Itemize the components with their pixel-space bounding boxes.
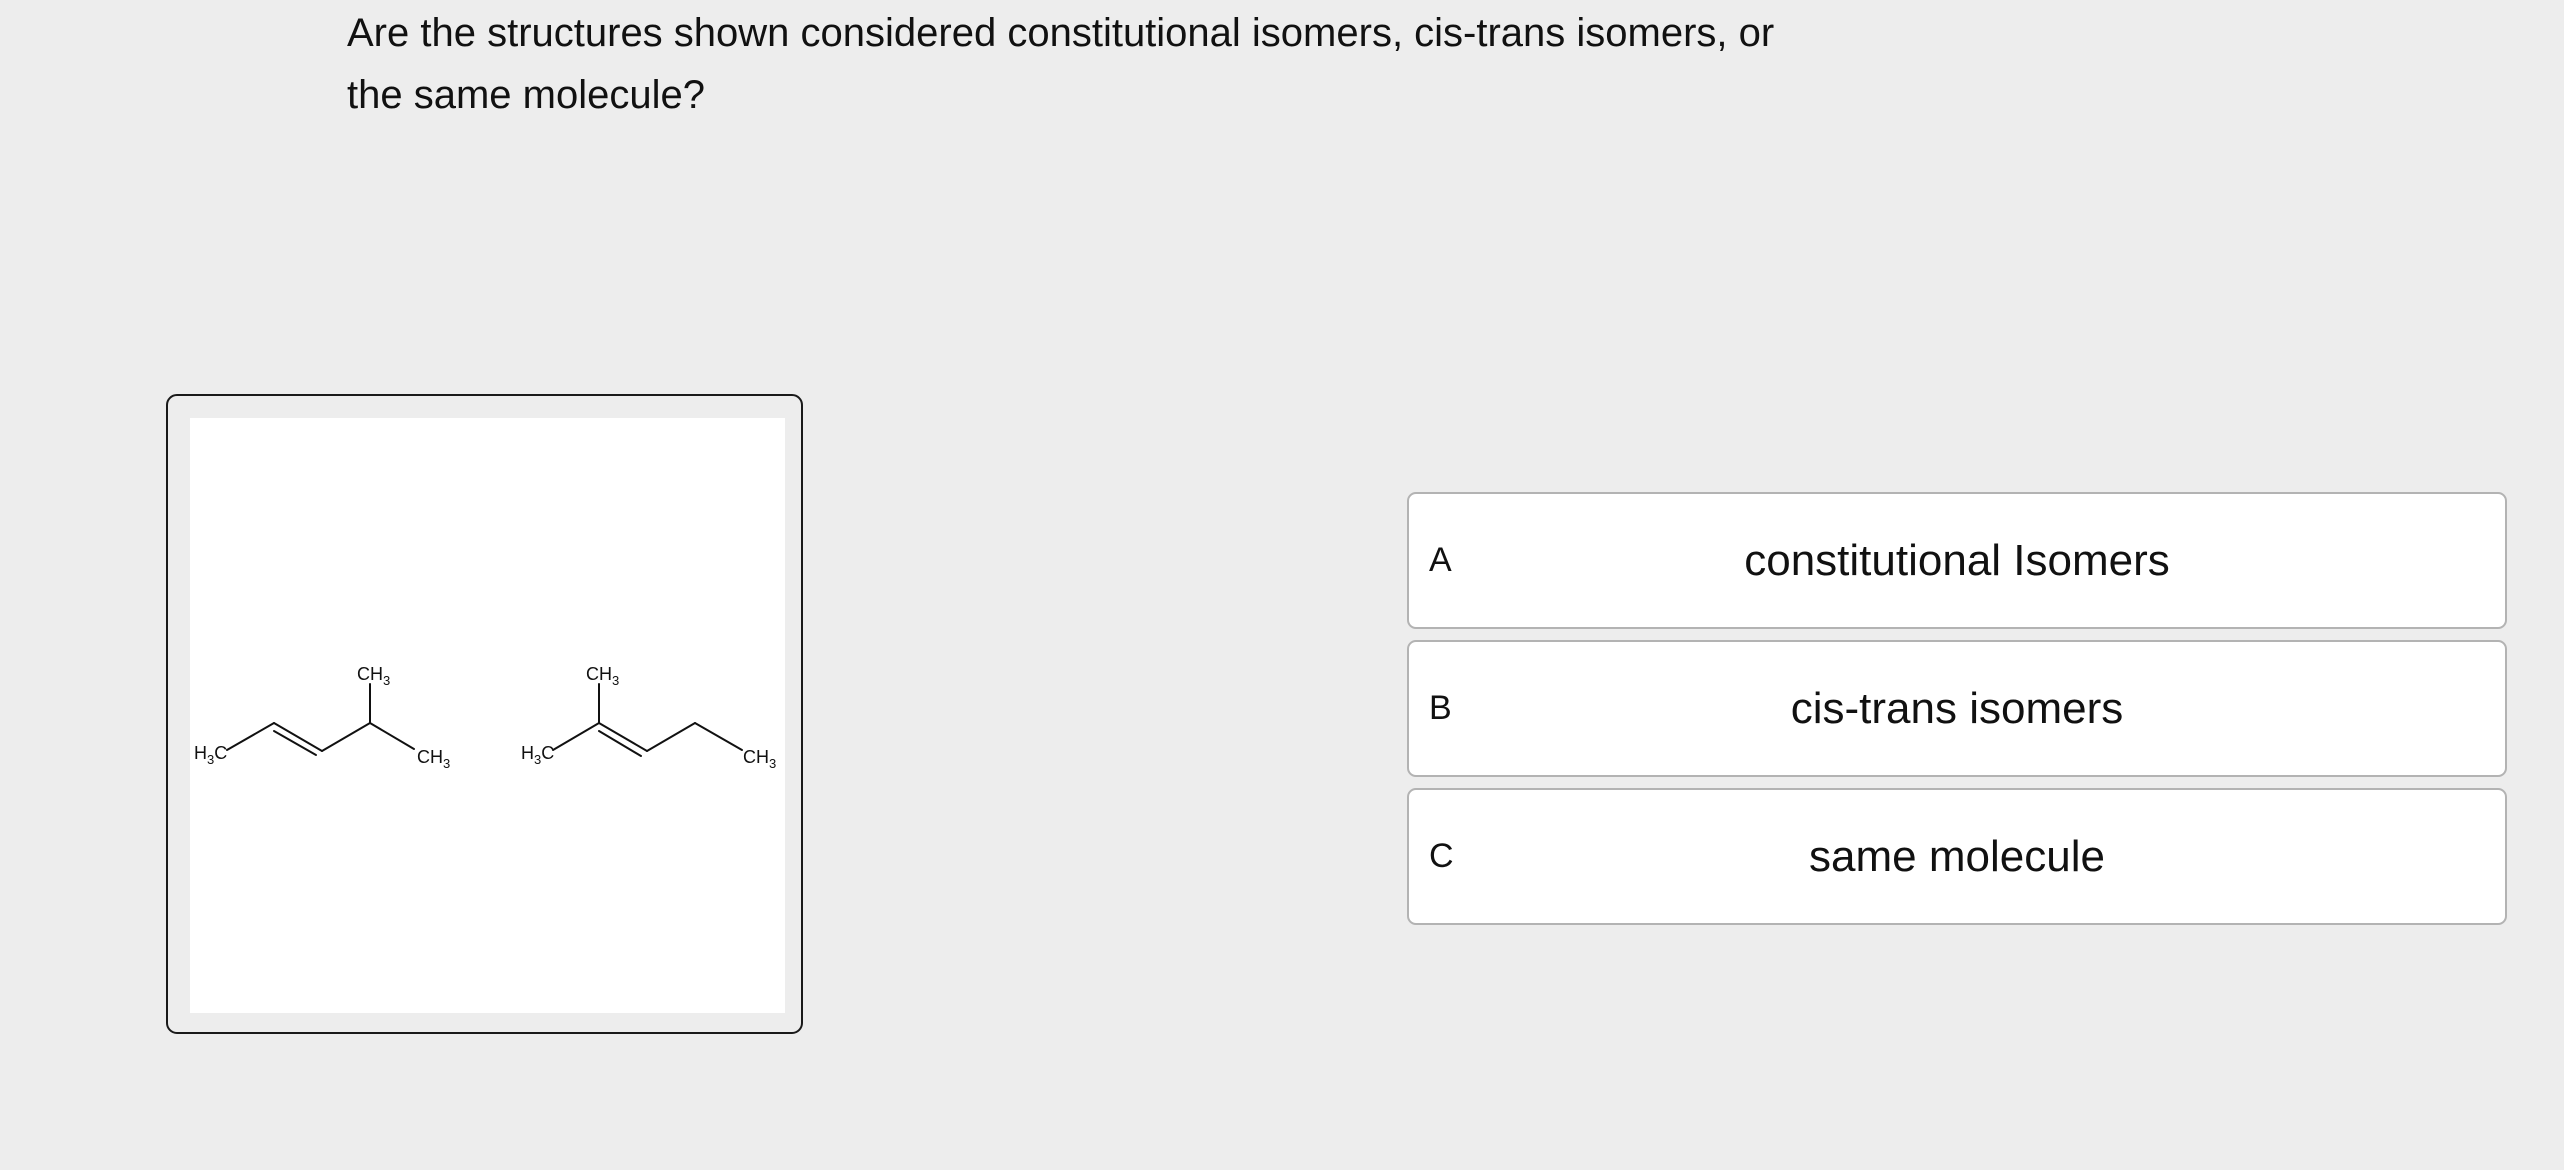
molecule-structures-drawing: CH3 H3C CH3 CH3 H3C CH3: [194, 664, 776, 771]
option-b-text: cis-trans isomers: [1790, 684, 2124, 733]
option-c-button[interactable]: C same molecule: [1407, 788, 2507, 925]
option-a-button[interactable]: A constitutional Isomers: [1407, 492, 2507, 629]
left-right-ch3-label: CH3: [417, 747, 450, 771]
option-a-text: constitutional Isomers: [1744, 536, 2170, 585]
question-line-1: Are the structures shown considered cons…: [347, 11, 1775, 55]
right-top-ch3-label: CH3: [586, 664, 619, 688]
left-h3c-label: H3C: [194, 743, 227, 767]
structure-image-frame: CH3 H3C CH3 CH3 H3C CH3: [166, 394, 803, 1034]
left-top-ch3-label: CH3: [357, 664, 390, 688]
question-text: Are the structures shown considered cons…: [347, 2, 1987, 126]
question-line-2: the same molecule?: [347, 73, 705, 117]
right-h3c-label: H3C: [521, 743, 554, 767]
option-c-text: same molecule: [1809, 832, 2105, 881]
structure-image: CH3 H3C CH3 CH3 H3C CH3: [190, 418, 785, 1013]
option-b-button[interactable]: B cis-trans isomers: [1407, 640, 2507, 777]
left-molecule-bonds: [226, 683, 415, 756]
answer-options: A constitutional Isomers B cis-trans iso…: [1407, 492, 2507, 936]
right-right-ch3-label: CH3: [743, 747, 776, 771]
right-molecule-bonds: [552, 683, 743, 757]
